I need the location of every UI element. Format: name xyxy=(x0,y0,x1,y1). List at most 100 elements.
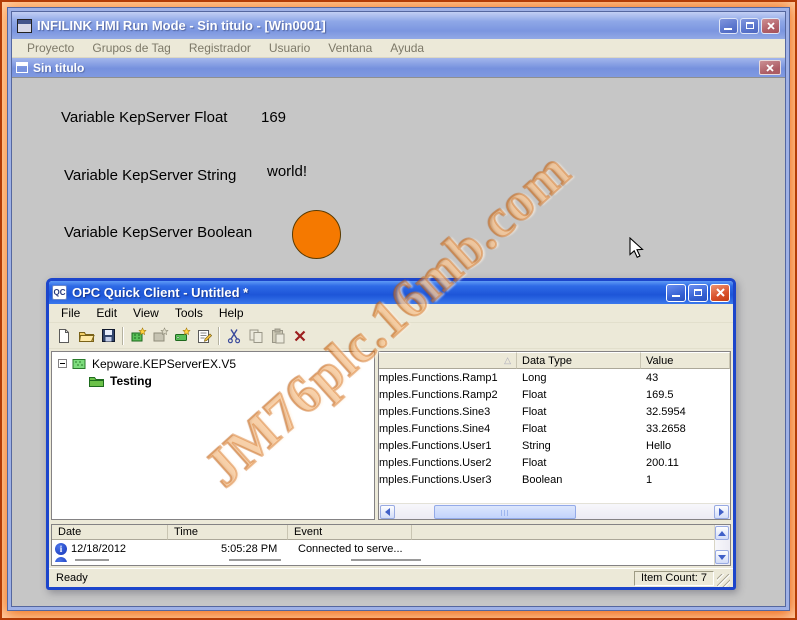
item-id-cell: mples.Functions.Sine4 xyxy=(379,423,517,435)
table-row[interactable]: mples.Functions.Sine4 Float 33.2658 xyxy=(379,420,730,437)
vertical-scrollbar[interactable] xyxy=(714,525,730,565)
tree-server-label: Kepware.KEPServerEX.V5 xyxy=(92,357,236,371)
chevron-left-icon xyxy=(381,508,390,516)
var-boolean-label: Variable KepServer Boolean xyxy=(64,224,252,241)
child-close-button[interactable] xyxy=(759,60,781,75)
table-row[interactable]: mples.Functions.Sine3 Float 32.5954 xyxy=(379,403,730,420)
opc-minimize-button[interactable] xyxy=(666,284,686,302)
scroll-up-button[interactable] xyxy=(715,526,729,540)
new-server-connection-icon xyxy=(130,327,147,344)
log-row[interactable]: i 12/18/2012 5:05:28 PM Connected to ser… xyxy=(52,540,730,557)
table-row[interactable]: mples.Functions.User1 String Hello xyxy=(379,437,730,454)
maximize-button[interactable] xyxy=(740,18,759,34)
boolean-indicator xyxy=(292,210,341,259)
main-window-title: INFILINK HMI Run Mode - Sin titulo - [Wi… xyxy=(37,18,717,33)
opc-quick-client-window: QC OPC Quick Client - Untitled * File Ed… xyxy=(46,278,736,590)
new-server-connection-button[interactable] xyxy=(127,325,149,347)
info-icon: i xyxy=(55,543,67,555)
table-row[interactable]: mples.Functions.Ramp1 Long 43 xyxy=(379,369,730,386)
close-button[interactable] xyxy=(761,18,780,34)
column-header-item-id[interactable]: △ xyxy=(379,352,517,369)
close-icon xyxy=(765,63,775,73)
log-column-date[interactable]: Date xyxy=(52,525,168,540)
cut-button[interactable] xyxy=(223,325,245,347)
opc-menu-view[interactable]: View xyxy=(125,306,167,320)
tree-group-label: Testing xyxy=(110,374,152,388)
tree-row-server[interactable]: Kepware.KEPServerEX.V5 xyxy=(54,355,372,372)
paste-button[interactable] xyxy=(267,325,289,347)
opc-menu-help[interactable]: Help xyxy=(211,306,252,320)
minimize-button[interactable] xyxy=(719,18,738,34)
menu-usuario[interactable]: Usuario xyxy=(260,41,319,55)
menu-grupos-de-tag[interactable]: Grupos de Tag xyxy=(83,41,180,55)
maximize-icon xyxy=(746,22,754,29)
table-row[interactable]: mples.Functions.User3 Boolean 1 xyxy=(379,471,730,488)
child-titlebar[interactable]: Sin titulo xyxy=(12,58,785,77)
item-id-cell: mples.Functions.Ramp1 xyxy=(379,372,517,384)
app-icon xyxy=(17,19,32,33)
info-icon xyxy=(55,557,67,562)
collapse-icon[interactable] xyxy=(58,359,67,368)
data-type-cell: Float xyxy=(517,406,641,418)
log-column-time[interactable]: Time xyxy=(168,525,288,540)
cut-icon xyxy=(227,328,242,344)
toolbar-separator xyxy=(218,327,220,345)
mdi-client-area: Sin titulo Variable KepServer Float 169 … xyxy=(12,58,785,606)
data-type-cell: Float xyxy=(517,423,641,435)
menu-ventana[interactable]: Ventana xyxy=(319,41,381,55)
new-item-icon xyxy=(174,327,191,344)
log-event-cell: Connected to serve... xyxy=(288,543,730,555)
opc-maximize-button[interactable] xyxy=(688,284,708,302)
column-header-value[interactable]: Value xyxy=(641,352,730,369)
scroll-down-button[interactable] xyxy=(715,550,729,564)
item-id-cell: mples.Functions.Sine3 xyxy=(379,406,517,418)
value-cell: 43 xyxy=(641,372,730,384)
table-row[interactable]: mples.Functions.Ramp2 Float 169.5 xyxy=(379,386,730,403)
copy-button[interactable] xyxy=(245,325,267,347)
new-document-button[interactable] xyxy=(53,325,75,347)
opc-menubar: File Edit View Tools Help xyxy=(49,304,733,323)
opc-menu-file[interactable]: File xyxy=(53,306,88,320)
data-type-cell: Float xyxy=(517,457,641,469)
menu-registrador[interactable]: Registrador xyxy=(180,41,260,55)
table-row[interactable]: mples.Functions.User2 Float 200.11 xyxy=(379,454,730,471)
item-count-badge: Item Count: 7 xyxy=(634,571,714,586)
menu-proyecto[interactable]: Proyecto xyxy=(18,41,83,55)
scrollbar-thumb[interactable] xyxy=(434,505,576,519)
tree-row-group[interactable]: Testing xyxy=(88,372,372,389)
item-id-cell: mples.Functions.Ramp2 xyxy=(379,389,517,401)
opc-close-button[interactable] xyxy=(710,284,730,302)
new-document-icon xyxy=(56,328,72,344)
log-header-row: Date Time Event xyxy=(52,525,730,540)
child-window-title: Sin titulo xyxy=(33,61,759,75)
item-id-cell: mples.Functions.User2 xyxy=(379,457,517,469)
data-type-cell: Long xyxy=(517,372,641,384)
delete-button[interactable] xyxy=(289,325,311,347)
opc-menu-edit[interactable]: Edit xyxy=(88,306,125,320)
log-row-clipped xyxy=(52,557,730,562)
scroll-left-button[interactable] xyxy=(380,505,395,519)
properties-button[interactable] xyxy=(193,325,215,347)
save-button[interactable] xyxy=(97,325,119,347)
opc-menu-tools[interactable]: Tools xyxy=(167,306,211,320)
main-titlebar[interactable]: INFILINK HMI Run Mode - Sin titulo - [Wi… xyxy=(12,12,785,39)
var-float-label: Variable KepServer Float xyxy=(61,109,227,126)
opc-toolbar xyxy=(49,323,733,349)
log-column-empty xyxy=(412,525,730,540)
main-window: INFILINK HMI Run Mode - Sin titulo - [Wi… xyxy=(11,11,786,607)
log-column-event[interactable]: Event xyxy=(288,525,412,540)
resize-grip-icon[interactable] xyxy=(717,574,730,587)
new-group-button[interactable] xyxy=(149,325,171,347)
scroll-right-button[interactable] xyxy=(714,505,729,519)
open-folder-icon xyxy=(78,328,95,344)
menu-ayuda[interactable]: Ayuda xyxy=(381,41,433,55)
server-tree-panel: Kepware.KEPServerEX.V5 Testing xyxy=(51,351,375,520)
open-folder-button[interactable] xyxy=(75,325,97,347)
var-string-value: world! xyxy=(267,163,307,180)
sort-ascending-icon: △ xyxy=(504,355,511,366)
column-header-data-type[interactable]: Data Type xyxy=(517,352,641,369)
value-cell: 1 xyxy=(641,474,730,486)
opc-titlebar[interactable]: QC OPC Quick Client - Untitled * xyxy=(49,281,733,304)
new-item-button[interactable] xyxy=(171,325,193,347)
horizontal-scrollbar[interactable] xyxy=(379,503,730,519)
